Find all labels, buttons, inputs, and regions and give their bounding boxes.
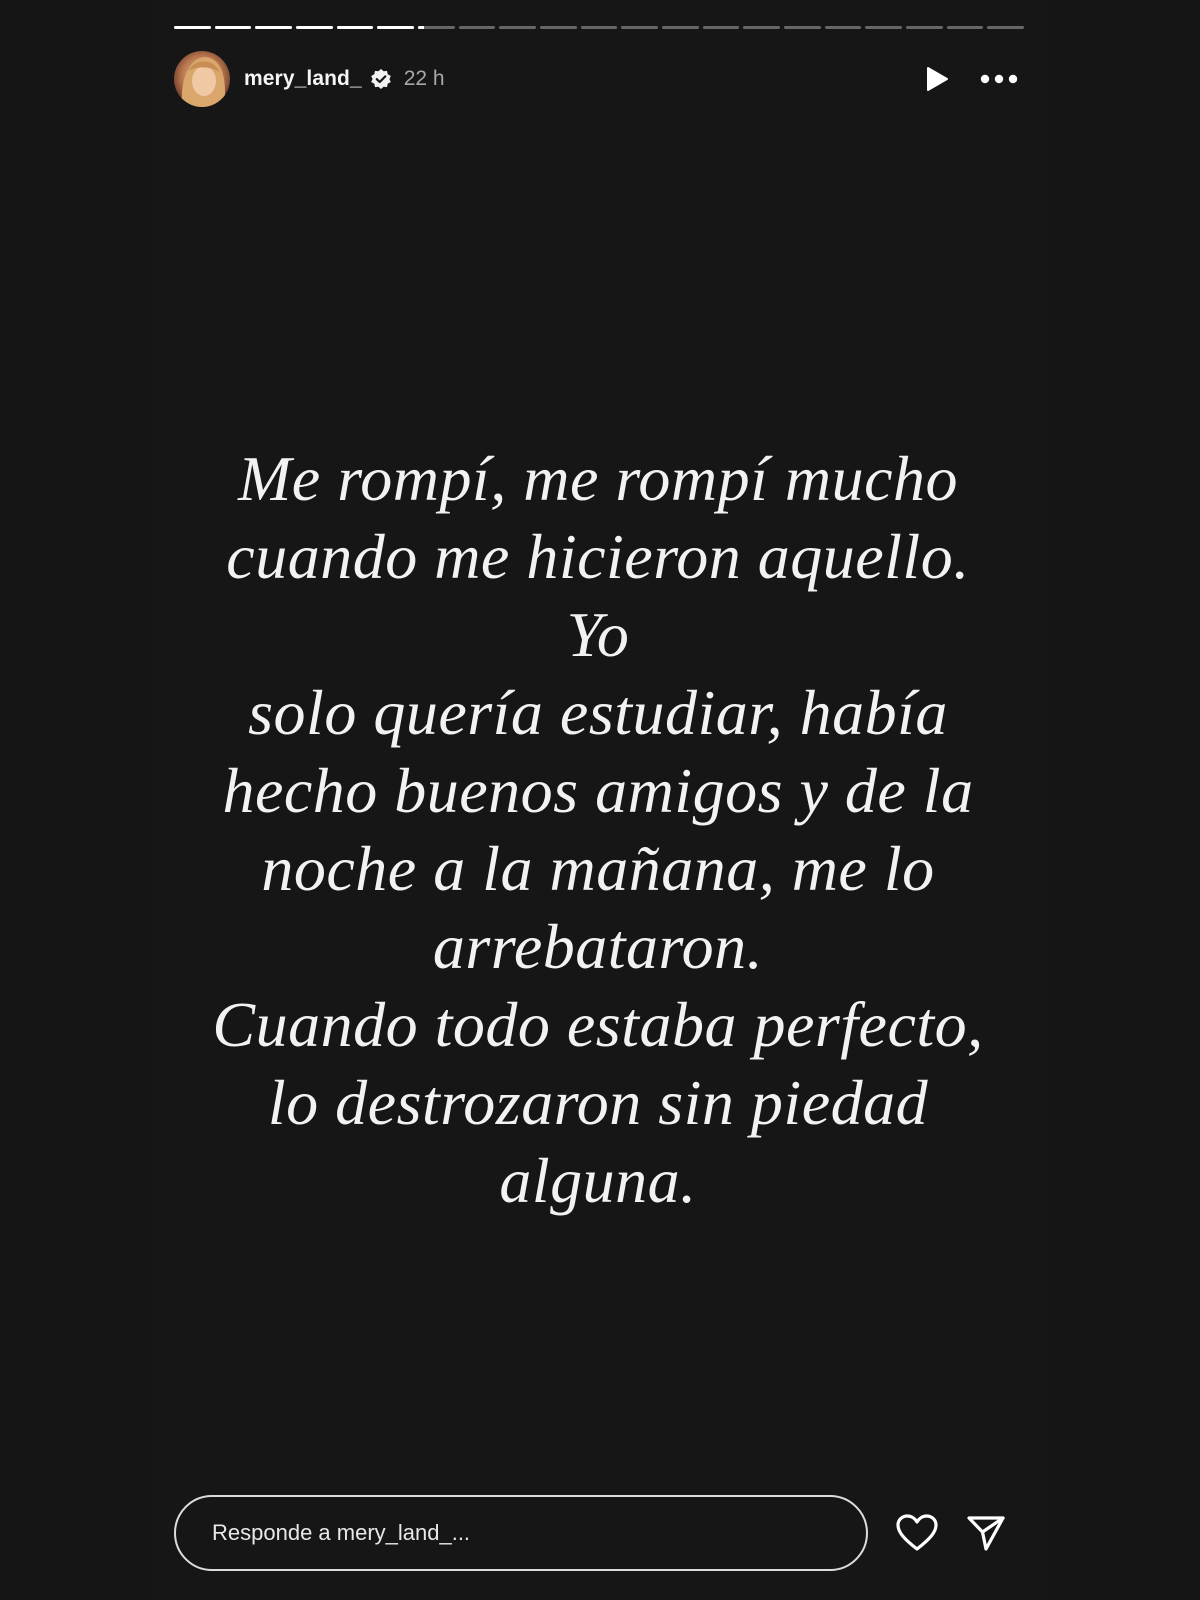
progress-segment [702,26,740,29]
progress-segment [621,26,659,29]
progress-segment [906,26,943,29]
send-icon[interactable] [966,1514,1006,1552]
verified-badge-icon [370,68,392,90]
progress-segment-fill [418,26,424,29]
username[interactable]: mery_land_ [244,67,362,91]
progress-segment-fill [214,26,252,29]
progress-segment [987,26,1025,29]
progress-segment [580,26,618,29]
story-viewer: mery_land_ 22 h Me rompí, me rompí mucho… [158,0,1042,1600]
progress-segment [784,26,821,29]
play-icon[interactable] [924,65,950,93]
footer-actions [896,1514,1006,1552]
progress-segment [296,26,333,29]
progress-segment [743,26,781,29]
progress-segment [865,26,903,29]
progress-segment [174,26,211,29]
progress-segment [946,26,984,29]
progress-segment-fill [296,26,333,29]
story-header: mery_land_ 22 h [174,50,1024,108]
progress-segment [214,26,252,29]
more-options-icon[interactable] [980,74,1018,84]
page: mery_land_ 22 h Me rompí, me rompí mucho… [0,0,1200,1600]
progress-segment-fill [255,26,293,29]
progress-segment [824,26,862,29]
story-timestamp: 22 h [403,67,445,90]
progress-segment [458,26,496,29]
story-progress-bar [174,26,1025,29]
avatar-image [174,51,230,107]
progress-segment [336,26,374,29]
progress-segment-fill [377,26,415,29]
progress-segment-fill [336,26,374,29]
progress-segment [255,26,293,29]
story-text: Me rompí, me rompí mucho cuando me hicie… [212,443,984,1216]
progress-segment [418,26,455,29]
header-actions [924,65,1024,93]
heart-icon[interactable] [896,1514,938,1552]
avatar[interactable] [174,51,230,107]
progress-segment-fill [174,26,211,29]
progress-segment [540,26,577,29]
story-footer [174,1495,1024,1571]
progress-segment [662,26,699,29]
progress-segment [499,26,537,29]
reply-input[interactable] [174,1495,868,1571]
progress-segment [377,26,415,29]
